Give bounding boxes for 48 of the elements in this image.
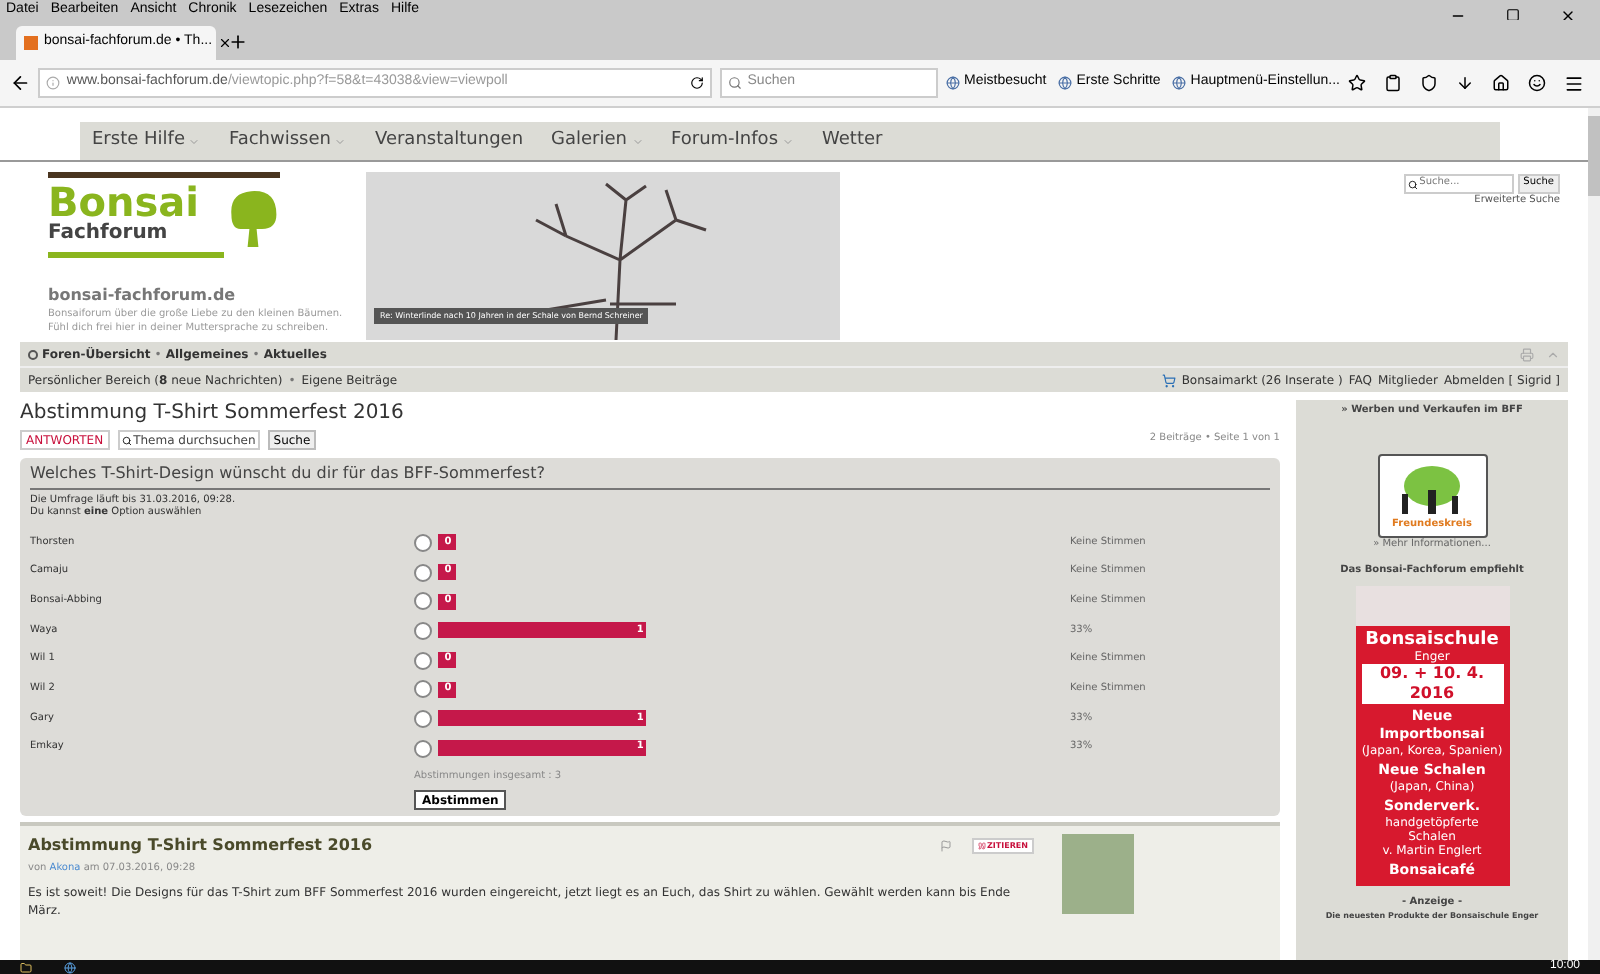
shield-icon[interactable] [1420, 74, 1438, 92]
ad-text: Bonsaischule [1365, 629, 1499, 649]
globe-icon [946, 76, 961, 90]
radio-button[interactable] [414, 709, 432, 728]
poll-question: Welches T-Shirt-Design wünscht du dir für das BFF-Sommerfest? [30, 460, 1270, 490]
site-name: bonsai-fachforum.de [48, 284, 238, 308]
site-nav-item[interactable]: Fachwissen [228, 127, 347, 155]
menu-icon[interactable] [1564, 73, 1584, 93]
logo-text: Fachforum [48, 222, 170, 246]
favicon-icon [24, 36, 38, 50]
post-title: Abstimmung T-Shirt Sommerfest 2016 [28, 834, 373, 858]
avatar-placeholder [1062, 834, 1134, 914]
reload-icon[interactable] [689, 76, 704, 90]
scrollbar[interactable] [1588, 108, 1600, 960]
new-tab-icon[interactable] [228, 32, 248, 52]
radio-button[interactable] [414, 563, 432, 582]
radio-button[interactable] [414, 592, 432, 611]
maximize-icon[interactable] [1506, 8, 1520, 22]
site-nav-item[interactable]: Forum-Infos [671, 127, 795, 155]
logo-text: Bonsai [48, 182, 201, 222]
radio-button[interactable] [414, 621, 432, 640]
radio-button[interactable] [414, 739, 432, 758]
site-nav-item[interactable]: Erste Hilfe [92, 127, 201, 155]
globe-icon [1058, 76, 1073, 90]
quote-icon [977, 842, 985, 850]
back-icon[interactable] [10, 72, 31, 94]
search-icon [121, 435, 132, 445]
search-icon [1407, 179, 1418, 189]
radio-button[interactable] [414, 680, 432, 699]
globe-icon[interactable] [64, 961, 76, 973]
cart-icon [1161, 373, 1176, 387]
topic-title: Abstimmung T-Shirt Sommerfest 2016 [20, 400, 406, 428]
site-nav-item[interactable]: Veranstaltungen [374, 127, 524, 155]
radio-button[interactable] [414, 533, 432, 552]
info-icon [46, 76, 61, 90]
bookmark-star-icon[interactable] [1348, 74, 1366, 92]
search-icon [727, 76, 742, 90]
site-nav-item[interactable]: Wetter [822, 127, 883, 155]
radio-button[interactable] [414, 651, 432, 670]
site-nav-item[interactable]: Galerien [551, 127, 643, 155]
home-icon[interactable] [1492, 74, 1510, 92]
globe-icon [1172, 76, 1187, 90]
smiley-icon[interactable] [1528, 74, 1546, 92]
ad-text: 09. + 10. 4. 2016 [1361, 663, 1503, 703]
close-tab-icon[interactable] [218, 36, 233, 50]
folder-icon[interactable] [20, 961, 32, 973]
clipboard-icon[interactable] [1384, 74, 1402, 92]
download-icon[interactable] [1456, 74, 1474, 92]
